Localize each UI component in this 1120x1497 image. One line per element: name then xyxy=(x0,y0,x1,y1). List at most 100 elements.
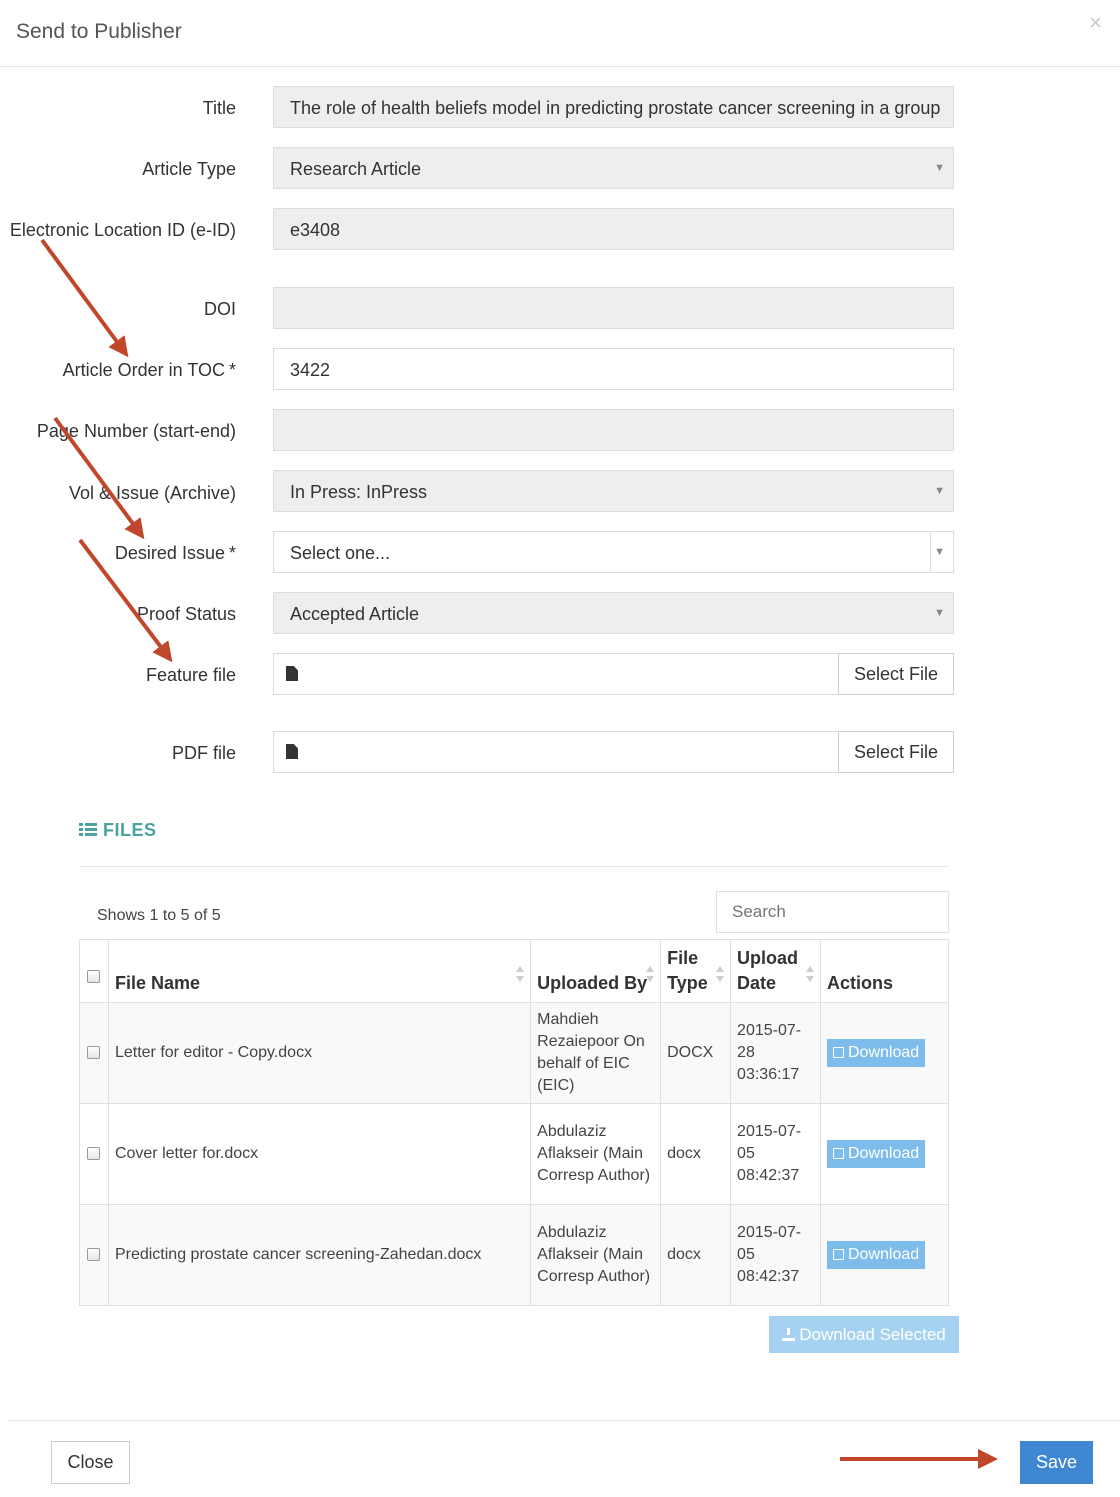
download-button[interactable]: Download xyxy=(827,1140,926,1168)
article-type-select: Research Article ▼ xyxy=(273,147,954,189)
column-label: Uploaded By xyxy=(537,973,648,993)
vol-issue-label: Vol & Issue (Archive) xyxy=(68,483,236,503)
vol-issue-select: In Press: InPress ▼ xyxy=(273,470,954,512)
uploaded-by-cell: Abdulaziz Aflakseir (Main Corresp Author… xyxy=(530,1204,662,1306)
toc-order-label-text: Article Order in TOC xyxy=(62,360,225,380)
sort-icon xyxy=(806,966,814,982)
row-checkbox-cell xyxy=(79,1103,109,1205)
toc-order-label: Article Order in TOC * xyxy=(6,358,236,383)
uploaded-by-cell: Mahdieh Rezaiepoor On behalf of EIC (EIC… xyxy=(530,1002,662,1104)
column-header-file-type[interactable]: File Type xyxy=(660,939,732,1003)
divider xyxy=(79,866,949,867)
column-label: Actions xyxy=(827,973,894,993)
column-header-file-name[interactable]: File Name xyxy=(107,939,532,1003)
proof-status-value: Accepted Article xyxy=(290,604,420,624)
close-button[interactable]: Close xyxy=(51,1441,130,1484)
files-heading-text: FILES xyxy=(103,820,157,840)
doi-field xyxy=(273,287,954,329)
page-number-label: Page Number (start-end) xyxy=(36,421,236,441)
feature-file-select-button[interactable]: Select File xyxy=(838,653,954,695)
file-type-cell: docx xyxy=(660,1103,732,1205)
edit-icon xyxy=(833,1148,844,1159)
pdf-file-label: PDF file xyxy=(171,743,236,763)
file-icon xyxy=(286,666,298,681)
footer-divider xyxy=(8,1420,1120,1421)
article-type-value: Research Article xyxy=(290,159,422,179)
files-table: File Name Uploaded By File Type Upload D… xyxy=(79,939,949,1306)
column-header-uploaded-by[interactable]: Uploaded By xyxy=(530,939,662,1003)
upload-date-cell: 2015-07-05 08:42:37 xyxy=(730,1204,821,1306)
column-label: File Name xyxy=(114,973,200,993)
download-button[interactable]: Download xyxy=(827,1241,926,1269)
edit-icon xyxy=(833,1047,844,1058)
upload-date-cell: 2015-07-05 08:42:37 xyxy=(730,1103,821,1205)
search-input[interactable] xyxy=(716,891,949,933)
required-mark: * xyxy=(228,543,236,563)
doi-label: DOI xyxy=(203,299,236,319)
pdf-file-select-button[interactable]: Select File xyxy=(838,731,954,773)
desired-issue-label-text: Desired Issue xyxy=(114,543,225,563)
page-number-field xyxy=(273,409,954,451)
download-label: Download xyxy=(848,1044,920,1061)
download-label: Download xyxy=(848,1145,920,1162)
file-name-cell: Cover letter for.docx xyxy=(107,1103,532,1205)
pagination-info: Shows 1 to 5 of 5 xyxy=(97,907,221,924)
proof-status-label: Proof Status xyxy=(136,604,236,624)
download-selected-label: Download Selected xyxy=(799,1325,946,1344)
table-header-row: File Name Uploaded By File Type Upload D… xyxy=(79,939,949,1003)
files-heading: FILES xyxy=(79,820,157,841)
title-field: The role of health beliefs model in pred… xyxy=(273,86,954,128)
list-icon xyxy=(79,823,97,837)
row-checkbox[interactable] xyxy=(87,1248,101,1262)
file-icon xyxy=(286,744,298,759)
download-icon xyxy=(782,1328,796,1341)
vol-issue-value: In Press: InPress xyxy=(290,482,428,502)
eid-label: Electronic Location ID (e-ID) xyxy=(9,220,236,240)
caret-down-icon: ▼ xyxy=(934,607,945,619)
download-selected-button[interactable]: Download Selected xyxy=(769,1316,959,1353)
required-mark: * xyxy=(228,360,236,380)
modal-title: Send to Publisher xyxy=(16,20,182,43)
row-checkbox[interactable] xyxy=(87,1046,101,1060)
file-type-cell: DOCX xyxy=(660,1002,732,1104)
sort-icon xyxy=(516,966,525,982)
article-type-label: Article Type xyxy=(142,159,236,179)
column-header-actions: Actions xyxy=(820,939,949,1003)
pdf-file-input[interactable]: Select File xyxy=(273,731,954,773)
eid-field: e3408 xyxy=(273,208,954,250)
actions-cell: Download xyxy=(820,1002,949,1104)
file-name-cell: Letter for editor - Copy.docx xyxy=(107,1002,532,1104)
row-checkbox[interactable] xyxy=(87,1147,101,1161)
caret-down-icon: ▼ xyxy=(934,546,945,558)
desired-issue-value: Select one... xyxy=(290,543,391,563)
column-label: Upload Date xyxy=(737,948,799,993)
sort-icon xyxy=(716,966,725,982)
edit-icon xyxy=(833,1249,844,1260)
select-all-header xyxy=(79,939,109,1003)
save-button[interactable]: Save xyxy=(1020,1441,1093,1484)
sort-icon xyxy=(646,966,655,982)
select-divider xyxy=(930,532,931,572)
proof-status-select: Accepted Article ▼ xyxy=(273,592,954,634)
select-all-checkbox[interactable] xyxy=(87,969,101,983)
file-name-cell: Predicting prostate cancer screening-Zah… xyxy=(107,1204,532,1306)
download-label: Download xyxy=(848,1246,920,1263)
feature-file-input[interactable]: Select File xyxy=(273,653,954,695)
column-header-upload-date[interactable]: Upload Date xyxy=(730,939,821,1003)
close-icon[interactable]: × xyxy=(1089,10,1102,36)
modal-header: Send to Publisher × xyxy=(0,0,1120,67)
title-label: Title xyxy=(202,98,236,118)
upload-date-cell: 2015-07-28 03:36:17 xyxy=(730,1002,821,1104)
row-checkbox-cell xyxy=(79,1002,109,1104)
toc-order-input[interactable]: 3422 xyxy=(273,348,954,390)
file-type-cell: docx xyxy=(660,1204,732,1306)
desired-issue-select[interactable]: Select one... ▼ xyxy=(273,531,954,573)
table-row: Cover letter for.docx Abdulaziz Aflaksei… xyxy=(79,1103,949,1205)
row-checkbox-cell xyxy=(79,1204,109,1306)
table-row: Letter for editor - Copy.docx Mahdieh Re… xyxy=(79,1002,949,1104)
download-button[interactable]: Download xyxy=(827,1039,926,1067)
actions-cell: Download xyxy=(820,1103,949,1205)
caret-down-icon: ▼ xyxy=(934,162,945,174)
column-label: File Type xyxy=(667,948,708,993)
uploaded-by-cell: Abdulaziz Aflakseir (Main Corresp Author… xyxy=(530,1103,662,1205)
